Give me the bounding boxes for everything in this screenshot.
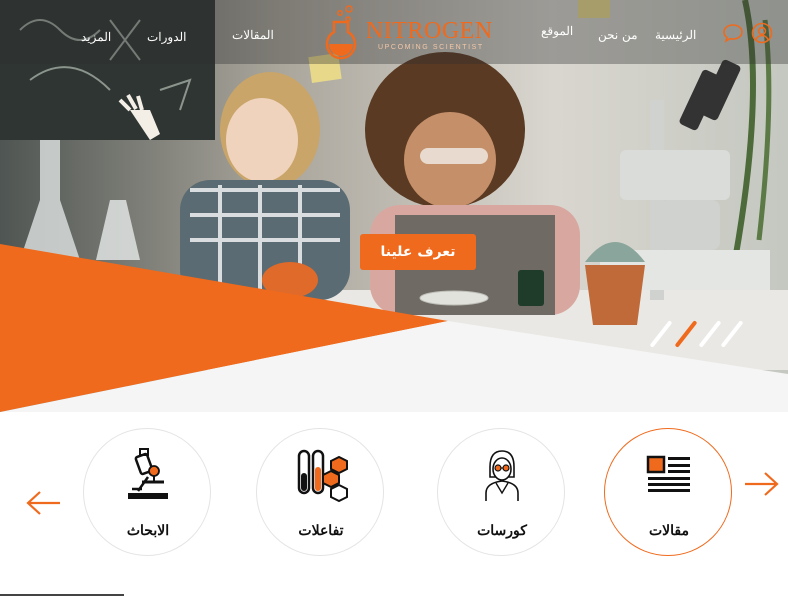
nav-about-link[interactable]: من نحن	[598, 28, 638, 42]
microscope-icon	[128, 448, 168, 499]
arrow-left-icon[interactable]	[24, 490, 62, 516]
category-label: تفاعلات	[298, 523, 344, 539]
nav-home-link[interactable]: الرئيسية	[655, 28, 696, 42]
newspaper-icon	[646, 455, 690, 492]
nav-articles-link[interactable]: المقالات	[232, 28, 274, 42]
category-label: الابحاث	[126, 523, 170, 539]
top-navbar: الرئيسية من نحن الموقع المقالات الدورات …	[0, 0, 788, 64]
test-tubes-molecule-icon	[297, 449, 348, 503]
footer-divider	[0, 594, 124, 596]
nav-courses-link[interactable]: الدورات	[147, 30, 187, 44]
nav-site-link[interactable]: الموقع	[541, 24, 573, 38]
chat-icon[interactable]	[722, 22, 744, 44]
flask-logo-icon	[325, 5, 357, 60]
user-account-icon[interactable]	[751, 22, 773, 44]
category-card-courses[interactable]: كورسات	[437, 428, 565, 556]
site-logo[interactable]: NITROGEN UPCOMING SCIENTIST	[320, 4, 492, 60]
about-us-cta-button[interactable]: تعرف علينا	[360, 234, 476, 270]
category-label: كورسات	[477, 523, 527, 539]
logo-tagline: UPCOMING SCIENTIST	[378, 44, 484, 51]
category-card-research[interactable]: الابحاث	[83, 428, 211, 556]
category-card-articles[interactable]: مقالات	[604, 428, 732, 556]
category-carousel: مقالات كورسات تفاعلات الابحاث	[0, 412, 788, 597]
arrow-right-icon[interactable]	[743, 471, 781, 497]
category-label: مقالات	[648, 523, 689, 539]
nav-more-link[interactable]: المزيد	[81, 30, 111, 44]
scientist-avatar-icon	[485, 450, 519, 501]
logo-wordmark: NITROGEN	[366, 18, 493, 44]
category-card-interactions[interactable]: تفاعلات	[256, 428, 384, 556]
